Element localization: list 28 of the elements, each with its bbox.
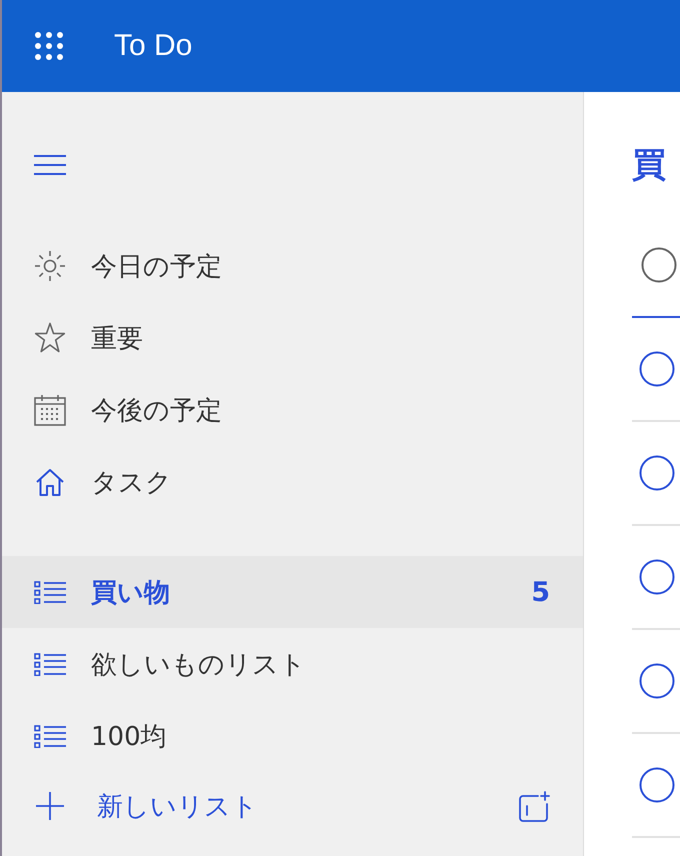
sidebar-item[interactable]: タスク	[2, 446, 583, 518]
task-checkbox[interactable]	[639, 767, 675, 803]
list-icon	[34, 652, 66, 676]
sidebar-item[interactable]: 重要	[2, 302, 583, 374]
list-title: 買	[632, 145, 666, 185]
sidebar-item[interactable]: 今日の予定	[2, 230, 583, 302]
list-item[interactable]: 100均	[2, 700, 583, 772]
list-item[interactable]: 買い物 5	[2, 556, 583, 628]
list-icon	[34, 580, 66, 604]
new-list-button[interactable]: 新しいリスト	[36, 788, 258, 824]
list-icon	[34, 724, 66, 748]
star-icon	[34, 322, 66, 354]
sidebar-item[interactable]: 今後の予定	[2, 374, 583, 446]
square-plus-icon[interactable]	[518, 790, 550, 822]
grid-dots-icon[interactable]	[34, 31, 64, 61]
app-title: To Do	[114, 28, 192, 64]
circle-icon	[641, 247, 677, 283]
task-checkbox[interactable]	[639, 559, 675, 595]
plus-icon	[36, 792, 64, 820]
home-icon	[34, 466, 66, 498]
list-item[interactable]: 欲しいものリスト	[2, 628, 583, 700]
menu-icon[interactable]	[34, 155, 66, 175]
task-checkbox[interactable]	[639, 351, 675, 387]
calendar-icon	[34, 394, 66, 426]
task-checkbox[interactable]	[639, 663, 675, 699]
task-checkbox[interactable]	[639, 455, 675, 491]
task-count: 5	[531, 576, 550, 608]
sun-icon	[34, 250, 66, 282]
